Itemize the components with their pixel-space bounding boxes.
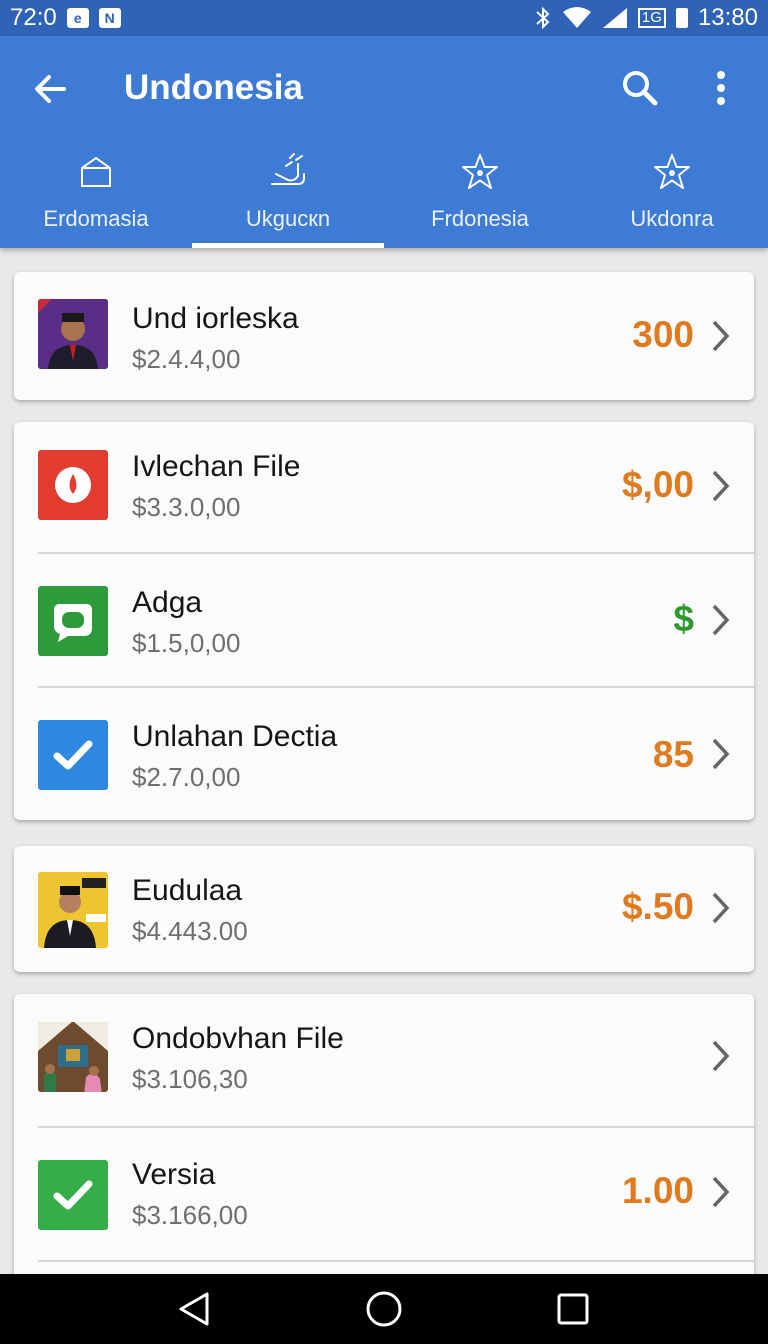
chevron-right-icon [712,320,730,352]
status-clock: 13:80 [697,4,758,31]
list-item[interactable]: Versia $3.166,00 1.00 [14,1128,754,1262]
list-item[interactable]: Ondobvhan File $3.106,30 [14,994,754,1128]
item-subtitle: $1.5,0,00 [132,628,241,658]
chevron-right-icon [712,604,730,636]
network-type: 1G [637,8,666,28]
system-nav-bar [0,1274,768,1344]
item-title: Versia [132,1158,216,1191]
status-time-left: 72:0 [10,4,57,31]
portrait-photo [38,872,108,948]
bluetooth-icon [536,6,550,30]
hand-icon [271,153,305,185]
list-card: Ivlechan File $3.3.0,00 $,00 Adga $1.5,0… [14,422,754,820]
star-icon [462,154,498,189]
more-options-button[interactable] [706,68,736,108]
item-subtitle: $4.443.00 [132,916,248,946]
item-value: $,00 [621,464,694,505]
scene-photo [38,1022,108,1092]
list-item[interactable]: Unlahan Dectia $2.7.0,00 85 [14,688,754,820]
tab-frdonesia[interactable]: Frdonesia [384,142,576,248]
blue-check-icon [38,720,108,790]
green-check-icon [38,1160,108,1230]
more-vert-icon [717,71,725,105]
notification-n-icon: N [98,8,121,28]
item-subtitle: $3.166,00 [132,1200,248,1230]
item-title: Und iorleska [132,302,299,335]
list-item[interactable]: Und iorleska $2.4.4,00 300 [14,272,754,400]
item-title: Unlahan Dectia [132,720,338,753]
item-value: $ [673,598,694,639]
item-title: Adga [132,586,203,619]
tab-label: Frdonesia [431,206,529,231]
back-button[interactable] [30,69,70,109]
tab-ukdonra[interactable]: Ukdonra [576,142,768,248]
app-bar: Undonesia Erdomasia Ukgucкn Frdonesia Uk… [0,36,768,248]
item-value: 1.00 [621,1170,694,1211]
item-value: 85 [652,734,694,775]
nav-recents-icon [557,1293,589,1325]
signal-icon [602,8,627,28]
item-subtitle: $3.3.0,00 [132,492,241,522]
nav-home-button[interactable] [362,1287,406,1331]
item-subtitle: $3.106,30 [132,1064,248,1094]
status-bar: 72:0 e N 1G 13:80 [0,0,768,36]
item-value: $.50 [621,886,694,927]
item-title: Eudulaa [132,874,243,907]
nav-back-button[interactable] [173,1287,217,1331]
notification-e-icon: e [66,8,89,28]
item-title: Ondobvhan File [132,1022,344,1055]
star-icon [654,154,690,189]
wifi-icon [562,7,591,28]
house-outline-icon [81,156,111,187]
back-arrow-icon [35,75,66,103]
tab-label: Ukdonra [630,206,714,231]
search-button[interactable] [620,68,660,108]
search-icon [623,71,658,106]
list-card: Ondobvhan File $3.106,30 Versia $3.166,0… [14,994,754,1294]
list-card: Und iorleska $2.4.4,00 300 [14,272,754,400]
item-subtitle: $2.7.0,00 [132,762,241,792]
nav-recents-button[interactable] [551,1287,595,1331]
list-item[interactable]: Adga $1.5,0,00 $ [14,554,754,688]
list-item[interactable]: Ivlechan File $3.3.0,00 $,00 [14,422,754,554]
tab-label: Erdomasia [43,206,149,231]
portrait-photo [38,299,108,369]
nav-home-icon [366,1291,402,1327]
list-card: Eudulaa $4.443.00 $.50 [14,846,754,972]
tab-ukguckn[interactable]: Ukgucкn [192,142,384,248]
item-subtitle: $2.4.4,00 [132,344,241,374]
item-value: 300 [632,314,694,355]
chevron-right-icon [712,738,730,770]
green-square-icon [38,586,108,656]
chevron-right-icon [712,1040,730,1072]
page-title: Undonesia [124,68,303,107]
battery-icon [675,8,688,28]
list-item[interactable]: Eudulaa $4.443.00 $.50 [14,846,754,972]
chevron-right-icon [712,470,730,502]
tab-bar: Erdomasia Ukgucкn Frdonesia Ukdonra [0,142,768,248]
red-drop-icon [38,450,108,520]
nav-back-icon [179,1292,209,1326]
divider [38,1260,754,1262]
tab-erdomasia[interactable]: Erdomasia [0,142,192,248]
item-title: Ivlechan File [132,450,301,483]
chevron-right-icon [712,892,730,924]
toolbar: Undonesia [0,36,768,142]
chevron-right-icon [712,1176,730,1208]
tab-label: Ukgucкn [245,206,331,231]
